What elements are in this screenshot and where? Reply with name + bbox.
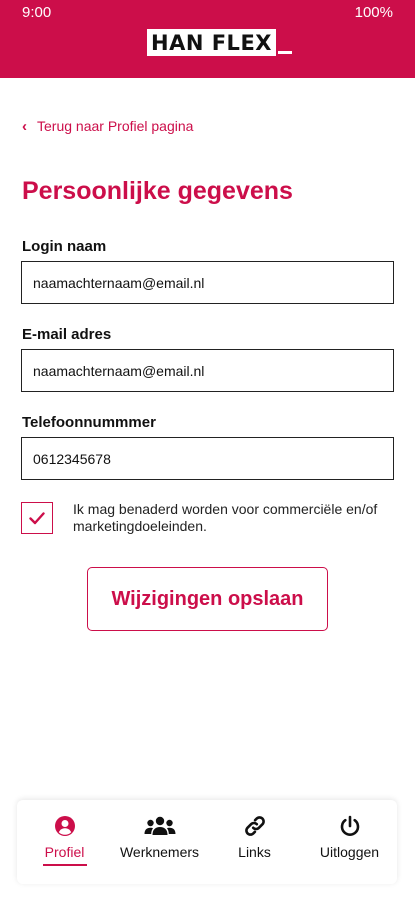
login-label: Login naam (22, 238, 107, 255)
status-time: 9:00 (22, 4, 52, 21)
nav-item-links[interactable]: Links (207, 800, 302, 884)
back-to-profile-link[interactable]: ‹ Terug naar Profiel pagina (22, 118, 193, 134)
nav-item-werknemers[interactable]: Werknemers (112, 800, 207, 884)
link-icon (244, 814, 266, 838)
save-changes-button[interactable]: Wijzigingen opslaan (87, 567, 328, 631)
power-icon (339, 814, 361, 838)
nav-item-uitloggen[interactable]: Uitloggen (302, 800, 397, 884)
nav-item-profiel[interactable]: Profiel (17, 800, 112, 884)
consent-text: Ik mag benaderd worden voor commerciële … (73, 501, 378, 534)
email-label: E-mail adres (22, 326, 112, 343)
phone-label: Telefoonnummmer (22, 414, 156, 431)
app-header: 9:00 100% HAN FLEX (0, 0, 415, 78)
login-field[interactable] (21, 261, 394, 304)
logo-text: HAN FLEX (147, 29, 276, 56)
nav-label-links: Links (238, 844, 271, 860)
users-icon (144, 814, 176, 838)
email-field[interactable] (21, 349, 394, 392)
consent-checkbox[interactable] (21, 502, 53, 534)
phone-field[interactable] (21, 437, 394, 480)
back-link-label: Terug naar Profiel pagina (37, 118, 194, 134)
checkmark-icon (29, 511, 45, 524)
chevron-left-icon: ‹ (22, 117, 27, 135)
han-flex-logo: HAN FLEX (147, 29, 292, 56)
nav-label-werknemers: Werknemers (119, 844, 200, 860)
logo-cursor (277, 51, 292, 54)
user-circle-icon (54, 814, 76, 838)
status-battery: 100% (354, 4, 393, 21)
nav-label-uitloggen: Uitloggen (319, 844, 380, 860)
page-title: Persoonlijke gegevens (22, 177, 293, 205)
active-tab-indicator (42, 864, 87, 866)
bottom-nav: Profiel Werknemers Links Uitloggen (17, 800, 397, 884)
nav-label-profiel: Profiel (44, 844, 85, 860)
